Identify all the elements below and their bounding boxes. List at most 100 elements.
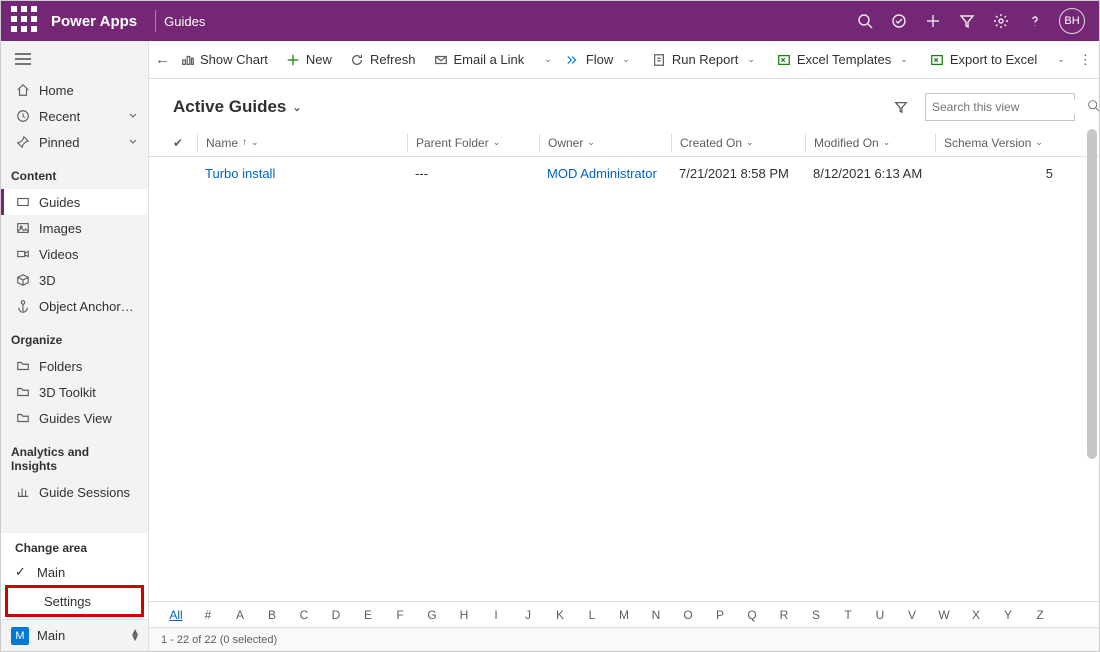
add-icon[interactable] xyxy=(923,11,943,31)
area-switcher[interactable]: M Main ▲▼ xyxy=(1,619,148,651)
select-all-checkbox[interactable]: ✔ xyxy=(173,136,197,150)
chevron-down-icon: ⌄ xyxy=(292,101,301,114)
nav-recent[interactable]: Recent xyxy=(1,103,148,129)
filter-button[interactable] xyxy=(887,93,915,121)
alpha-u[interactable]: U xyxy=(865,608,895,622)
cmd-email-link[interactable]: Email a Link xyxy=(425,46,532,74)
alpha-g[interactable]: G xyxy=(417,608,447,622)
alpha-z[interactable]: Z xyxy=(1025,608,1055,622)
alpha-q[interactable]: Q xyxy=(737,608,767,622)
nav-pinned[interactable]: Pinned xyxy=(1,129,148,155)
app-name[interactable]: Power Apps xyxy=(41,13,147,30)
task-icon[interactable] xyxy=(889,11,909,31)
alpha-y[interactable]: Y xyxy=(993,608,1023,622)
alpha-x[interactable]: X xyxy=(961,608,991,622)
alpha-c[interactable]: C xyxy=(289,608,319,622)
alpha-k[interactable]: K xyxy=(545,608,575,622)
cmd-email-split[interactable]: ⌄ xyxy=(540,54,556,65)
alpha-m[interactable]: M xyxy=(609,608,639,622)
alpha-p[interactable]: P xyxy=(705,608,735,622)
area-option-label: Settings xyxy=(44,594,91,609)
cmd-flow[interactable]: Flow ⌄ xyxy=(558,46,642,74)
alpha-s[interactable]: S xyxy=(801,608,831,622)
alpha-d[interactable]: D xyxy=(321,608,351,622)
col-header-schema[interactable]: Schema Version ⌄ xyxy=(935,134,1073,152)
data-grid: ✔ Name ↑ ⌄ Parent Folder ⌄ Owner ⌄ xyxy=(149,129,1099,601)
nav-videos[interactable]: Videos xyxy=(1,241,148,267)
app-launcher-icon[interactable] xyxy=(9,4,41,39)
alpha-h[interactable]: H xyxy=(449,608,479,622)
vertical-scrollbar[interactable] xyxy=(1087,129,1097,459)
filter-icon[interactable] xyxy=(957,11,977,31)
nav-home[interactable]: Home xyxy=(1,77,148,103)
cell-parent: --- xyxy=(407,166,539,181)
cell-name[interactable]: Turbo install xyxy=(197,166,407,181)
cmd-label: Refresh xyxy=(370,52,416,67)
area-option-main[interactable]: ✓ Main xyxy=(1,559,148,585)
cmd-export-split[interactable]: ⌄ xyxy=(1053,54,1069,65)
cmd-refresh[interactable]: Refresh xyxy=(342,46,424,74)
chevron-down-icon[interactable] xyxy=(128,109,138,124)
table-row[interactable]: Turbo install --- MOD Administrator 7/21… xyxy=(149,157,1099,191)
alpha-v[interactable]: V xyxy=(897,608,927,622)
search-icon[interactable] xyxy=(1087,99,1100,115)
cmd-export-excel[interactable]: Export to Excel xyxy=(922,46,1045,74)
alpha-r[interactable]: R xyxy=(769,608,799,622)
col-header-name[interactable]: Name ↑ ⌄ xyxy=(197,134,407,152)
nav-object-anchors[interactable]: Object Anchors (Prev... xyxy=(1,293,148,319)
col-header-owner[interactable]: Owner ⌄ xyxy=(539,134,671,152)
folder-icon xyxy=(15,359,31,373)
alpha-b[interactable]: B xyxy=(257,608,287,622)
nav-label: Images xyxy=(39,221,138,236)
cell-owner[interactable]: MOD Administrator xyxy=(539,166,671,181)
nav-folders[interactable]: Folders xyxy=(1,353,148,379)
nav-guide-sessions[interactable]: Guide Sessions xyxy=(1,479,148,505)
cmd-run-report[interactable]: Run Report ⌄ xyxy=(644,46,767,74)
col-header-created[interactable]: Created On ⌄ xyxy=(671,134,805,152)
col-label: Owner xyxy=(548,136,583,150)
back-button[interactable]: ← xyxy=(155,51,170,68)
alpha-all[interactable]: All xyxy=(161,608,191,622)
chevron-down-icon[interactable] xyxy=(128,135,138,150)
alpha-#[interactable]: # xyxy=(193,608,223,622)
alpha-f[interactable]: F xyxy=(385,608,415,622)
nav-3d[interactable]: 3D xyxy=(1,267,148,293)
alpha-j[interactable]: J xyxy=(513,608,543,622)
nav-label: Object Anchors (Prev... xyxy=(39,299,138,314)
alpha-o[interactable]: O xyxy=(673,608,703,622)
alpha-a[interactable]: A xyxy=(225,608,255,622)
settings-icon[interactable] xyxy=(991,11,1011,31)
col-header-parent[interactable]: Parent Folder ⌄ xyxy=(407,134,539,152)
search-icon[interactable] xyxy=(855,11,875,31)
alpha-t[interactable]: T xyxy=(833,608,863,622)
cmd-label: Show Chart xyxy=(200,52,268,67)
alpha-filter-bar: All#ABCDEFGHIJKLMNOPQRSTUVWXYZ xyxy=(149,601,1099,627)
alpha-i[interactable]: I xyxy=(481,608,511,622)
alpha-w[interactable]: W xyxy=(929,608,959,622)
nav-images[interactable]: Images xyxy=(1,215,148,241)
cmd-excel-templates[interactable]: Excel Templates ⌄ xyxy=(769,46,920,74)
search-input[interactable] xyxy=(932,100,1087,114)
nav-3d-toolkit[interactable]: 3D Toolkit xyxy=(1,379,148,405)
mail-icon xyxy=(433,52,448,67)
cmd-show-chart[interactable]: Show Chart xyxy=(172,46,276,74)
alpha-n[interactable]: N xyxy=(641,608,671,622)
area-option-settings[interactable]: Settings xyxy=(8,588,141,614)
help-icon[interactable] xyxy=(1025,11,1045,31)
view-selector[interactable]: Active Guides ⌄ xyxy=(173,97,302,117)
home-icon xyxy=(15,83,31,97)
nav-guides-view[interactable]: Guides View xyxy=(1,405,148,431)
view-header: Active Guides ⌄ xyxy=(149,79,1099,129)
sidebar-collapse-icon[interactable] xyxy=(1,41,148,77)
status-bar: 1 - 22 of 22 (0 selected) xyxy=(149,627,1099,651)
cmd-new[interactable]: New xyxy=(278,46,340,74)
user-avatar[interactable]: BH xyxy=(1059,8,1085,34)
col-header-modified[interactable]: Modified On ⌄ xyxy=(805,134,935,152)
alpha-l[interactable]: L xyxy=(577,608,607,622)
search-view-input[interactable] xyxy=(925,93,1075,121)
nav-guides[interactable]: Guides xyxy=(1,189,148,215)
app-sub-name[interactable]: Guides xyxy=(164,14,205,29)
alpha-e[interactable]: E xyxy=(353,608,383,622)
cmd-overflow[interactable]: ⋮ xyxy=(1071,52,1100,68)
nav-section-content: Content xyxy=(1,155,148,189)
